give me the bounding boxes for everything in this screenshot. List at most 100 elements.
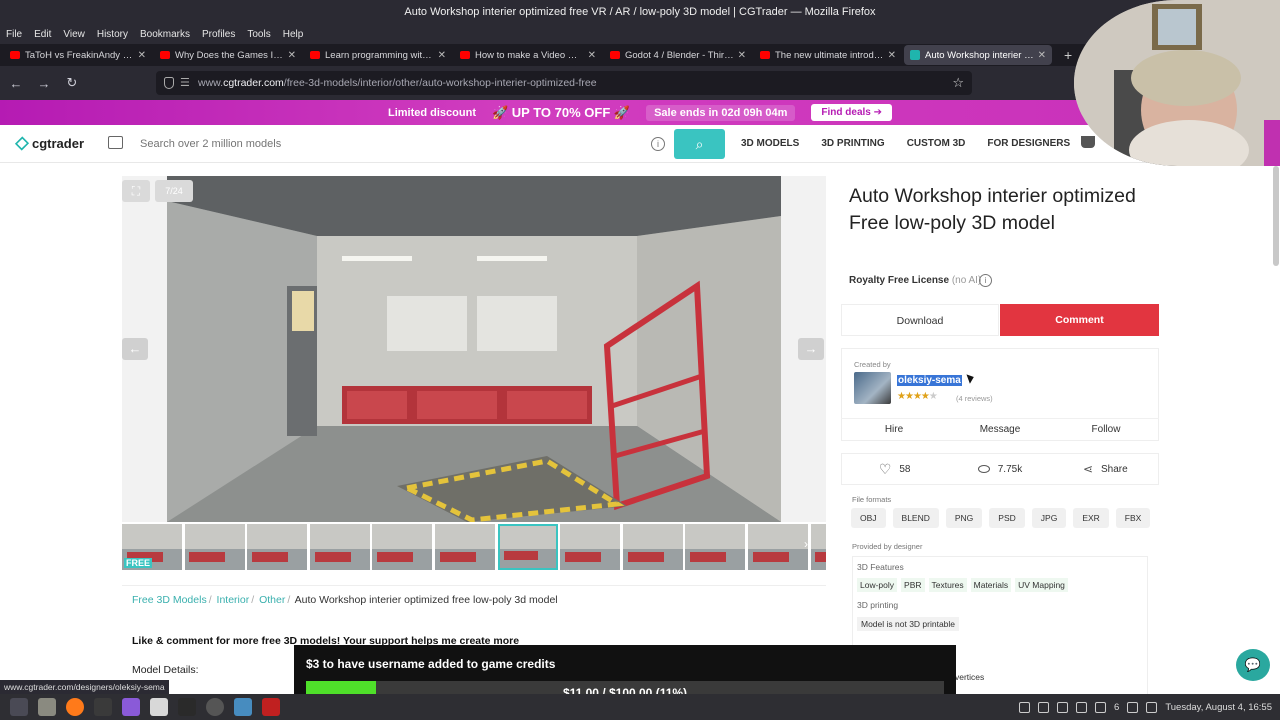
gallery-thumbnail[interactable]: FREE [122,524,182,570]
scrollbar[interactable] [1273,166,1279,266]
cart-icon[interactable] [1081,136,1095,148]
browser-tab[interactable]: Godot 4 / Blender - Third Pe ✕ [604,45,752,65]
license-info-icon[interactable]: i [979,274,992,287]
close-icon[interactable]: ✕ [138,50,146,61]
new-tab-icon[interactable]: + [1064,47,1072,63]
main-nav: 3D MODELS 3D PRINTING CUSTOM 3D FOR DESI… [741,138,1092,149]
browser-tab[interactable]: The new ultimate introducti ✕ [754,45,902,65]
close-icon[interactable]: ✕ [888,50,896,61]
follow-button[interactable]: Follow [1053,419,1159,440]
model-preview-image[interactable] [167,176,781,522]
arrow-left-icon: ← [128,341,142,356]
close-icon[interactable]: ✕ [438,50,446,61]
info-icon[interactable]: i [651,137,665,151]
godot-icon[interactable] [234,698,252,716]
menu-profiles[interactable]: Profiles [202,29,235,40]
gallery-thumbnail[interactable] [622,524,683,570]
image-search-icon[interactable] [108,136,123,149]
nav-for-designers[interactable]: FOR DESIGNERS [987,138,1070,149]
terminal-icon[interactable] [94,698,112,716]
share-button[interactable]: ⋖ Share [1053,462,1158,476]
next-image-button[interactable]: → [798,338,824,360]
find-deals-button[interactable]: Find deals ➔ [811,104,893,121]
tray-icon[interactable] [1057,701,1069,713]
menu-help[interactable]: Help [283,29,304,40]
terminal-icon[interactable] [178,698,196,716]
thumbnail-wall [560,524,621,550]
bookmark-star-icon[interactable]: ☆ [952,71,964,95]
breadcrumb-link[interactable]: Free 3D Models [132,594,207,606]
browser-tab-active[interactable]: Auto Workshop interier opti ✕ [904,45,1052,65]
gallery-thumbnail[interactable] [184,524,245,570]
breadcrumb-link[interactable]: Other [259,594,285,606]
prev-image-button[interactable]: ← [122,338,148,360]
menu-edit[interactable]: Edit [34,29,51,40]
gallery-thumbnail[interactable] [685,524,746,570]
menu-view[interactable]: View [63,29,85,40]
back-icon[interactable]: ← [4,76,28,91]
thumb-next-icon[interactable]: › [804,537,808,551]
close-icon[interactable]: ✕ [738,50,746,61]
menu-file[interactable]: File [6,29,22,40]
avatar[interactable] [854,372,891,404]
start-menu-icon[interactable] [10,698,28,716]
gallery-thumbnail[interactable] [810,524,826,570]
clock[interactable]: Tuesday, August 4, 16:55 [1165,702,1272,713]
like-button[interactable]: ♡ 58 [842,461,947,478]
feature-chip: Low-poly [857,578,898,592]
nav-custom-3d[interactable]: CUSTOM 3D [907,138,966,149]
gallery-thumbnail[interactable] [435,524,495,570]
fullscreen-button[interactable]: ⛶ [122,180,150,202]
comment-button[interactable]: Comment [1000,304,1159,336]
menu-tools[interactable]: Tools [247,29,270,40]
chat-button[interactable]: 💬 [1236,649,1270,681]
breadcrumb-link[interactable]: Interior [217,594,250,606]
close-icon[interactable]: ✕ [288,50,296,61]
browser-tab[interactable]: How to make a Video Game ✕ [454,45,602,65]
forward-icon[interactable]: → [32,76,56,91]
tray-icon[interactable] [1095,701,1107,713]
browser-tab[interactable]: Learn programming with C ✕ [304,45,452,65]
message-button[interactable]: Message [947,419,1053,440]
file-manager-icon[interactable] [38,698,56,716]
tray-count[interactable]: 6 [1114,702,1119,713]
reviews-count[interactable]: (4 reviews) [956,394,993,403]
gallery-thumbnail[interactable] [497,524,558,570]
close-icon[interactable]: ✕ [1038,50,1046,61]
text-editor-icon[interactable] [150,698,168,716]
obsidian-icon[interactable] [122,698,140,716]
volume-icon[interactable] [1146,701,1158,713]
obs-icon[interactable] [206,698,224,716]
tray-icon[interactable] [1076,701,1088,713]
share-label: Share [1101,463,1128,475]
model-gallery: ⛶ 7/24 ← → [122,176,826,522]
gallery-thumbnail[interactable] [247,524,308,570]
gallery-thumbnail[interactable] [748,524,808,570]
nav-3d-printing[interactable]: 3D PRINTING [821,138,884,149]
app-icon[interactable] [262,698,280,716]
tray-icon[interactable] [1038,701,1050,713]
nav-3d-models[interactable]: 3D MODELS [741,138,799,149]
hire-button[interactable]: Hire [841,419,947,440]
youtube-icon [610,51,620,59]
gallery-thumbnail[interactable] [560,524,621,570]
network-icon[interactable] [1127,701,1139,713]
search-input[interactable] [140,131,670,157]
gallery-thumbnail[interactable] [372,524,433,570]
close-icon[interactable]: ✕ [588,50,596,61]
license-name[interactable]: Royalty Free License [849,275,949,286]
firefox-icon[interactable] [66,698,84,716]
menu-bookmarks[interactable]: Bookmarks [140,29,190,40]
browser-tab[interactable]: TaToH vs FreakinAndy & Jon ✕ [4,45,152,65]
gallery-thumbnail[interactable] [309,524,370,570]
browser-tab[interactable]: Why Does the Games Indust ✕ [154,45,302,65]
tray-icon[interactable] [1019,701,1031,713]
menu-history[interactable]: History [97,29,128,40]
author-link[interactable]: oleksiy-sema [897,375,962,386]
permissions-icon[interactable]: ☰ [180,71,190,95]
cgtrader-logo[interactable]: cgtrader [14,136,84,151]
reload-icon[interactable]: ↻ [60,75,84,91]
download-button[interactable]: Download [841,304,999,336]
search-button[interactable]: ⌕ [674,129,725,159]
address-bar[interactable]: ☰ www.cgtrader.com/free-3d-models/interi… [156,71,972,95]
